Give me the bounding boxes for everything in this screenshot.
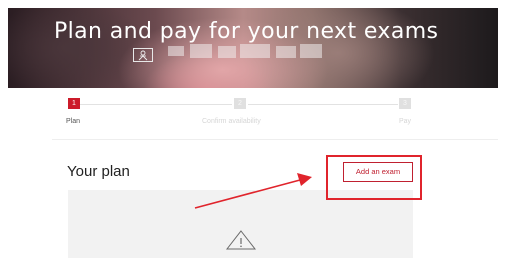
- annotation-arrow: [194, 173, 312, 209]
